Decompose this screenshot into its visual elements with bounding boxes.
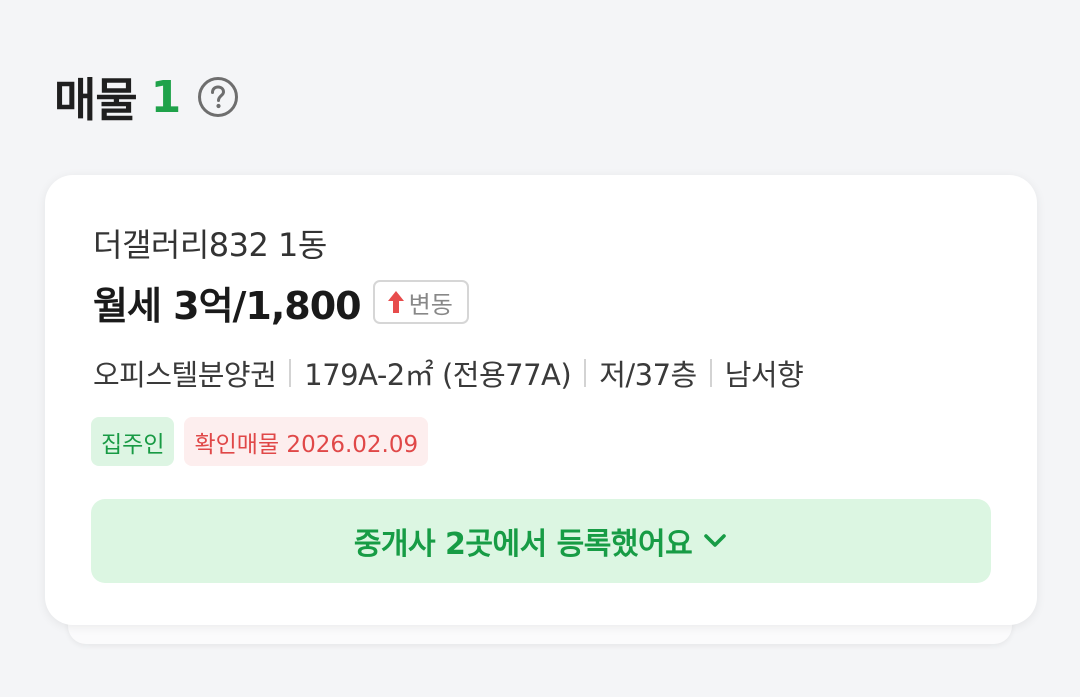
property-type: 오피스텔분양권 xyxy=(93,358,277,392)
listing-count: 1 xyxy=(150,71,182,123)
owner-tag: 집주인 xyxy=(91,417,175,466)
property-direction: 남서향 xyxy=(724,358,804,392)
property-area: 179A-2㎡ (전용77A) xyxy=(304,358,572,392)
price-change-label: 변동 xyxy=(408,290,453,319)
divider xyxy=(709,359,712,387)
registered-agents-button[interactable]: 중개사 2곳에서 등록했어요 xyxy=(91,499,991,583)
listing-price: 월세 3억/1,800 xyxy=(93,283,362,328)
section-header: 매물 1 xyxy=(54,64,239,130)
price-change-badge: 변동 xyxy=(372,280,469,324)
divider xyxy=(289,359,292,387)
listing-card[interactable]: 더갤러리832 1동 월세 3억/1,800 변동 오피스텔분양권 179A-2… xyxy=(45,175,1037,625)
section-title: 매물 xyxy=(54,73,138,127)
chevron-down-icon xyxy=(702,532,728,550)
tags-row: 집주인 확인매물 2026.02.09 xyxy=(91,417,429,466)
price-row: 월세 3억/1,800 변동 xyxy=(93,275,469,329)
property-floor: 저/37층 xyxy=(599,358,697,392)
question-circle-icon[interactable] xyxy=(197,76,239,118)
divider xyxy=(584,359,587,387)
arrow-up-icon xyxy=(387,290,405,314)
verified-listing-tag: 확인매물 2026.02.09 xyxy=(184,417,429,466)
listing-name: 더갤러리832 1동 xyxy=(93,226,327,264)
agent-button-label: 중개사 2곳에서 등록했어요 xyxy=(353,527,693,562)
listing-details: 오피스텔분양권 179A-2㎡ (전용77A) 저/37층 남서향 xyxy=(93,351,804,395)
